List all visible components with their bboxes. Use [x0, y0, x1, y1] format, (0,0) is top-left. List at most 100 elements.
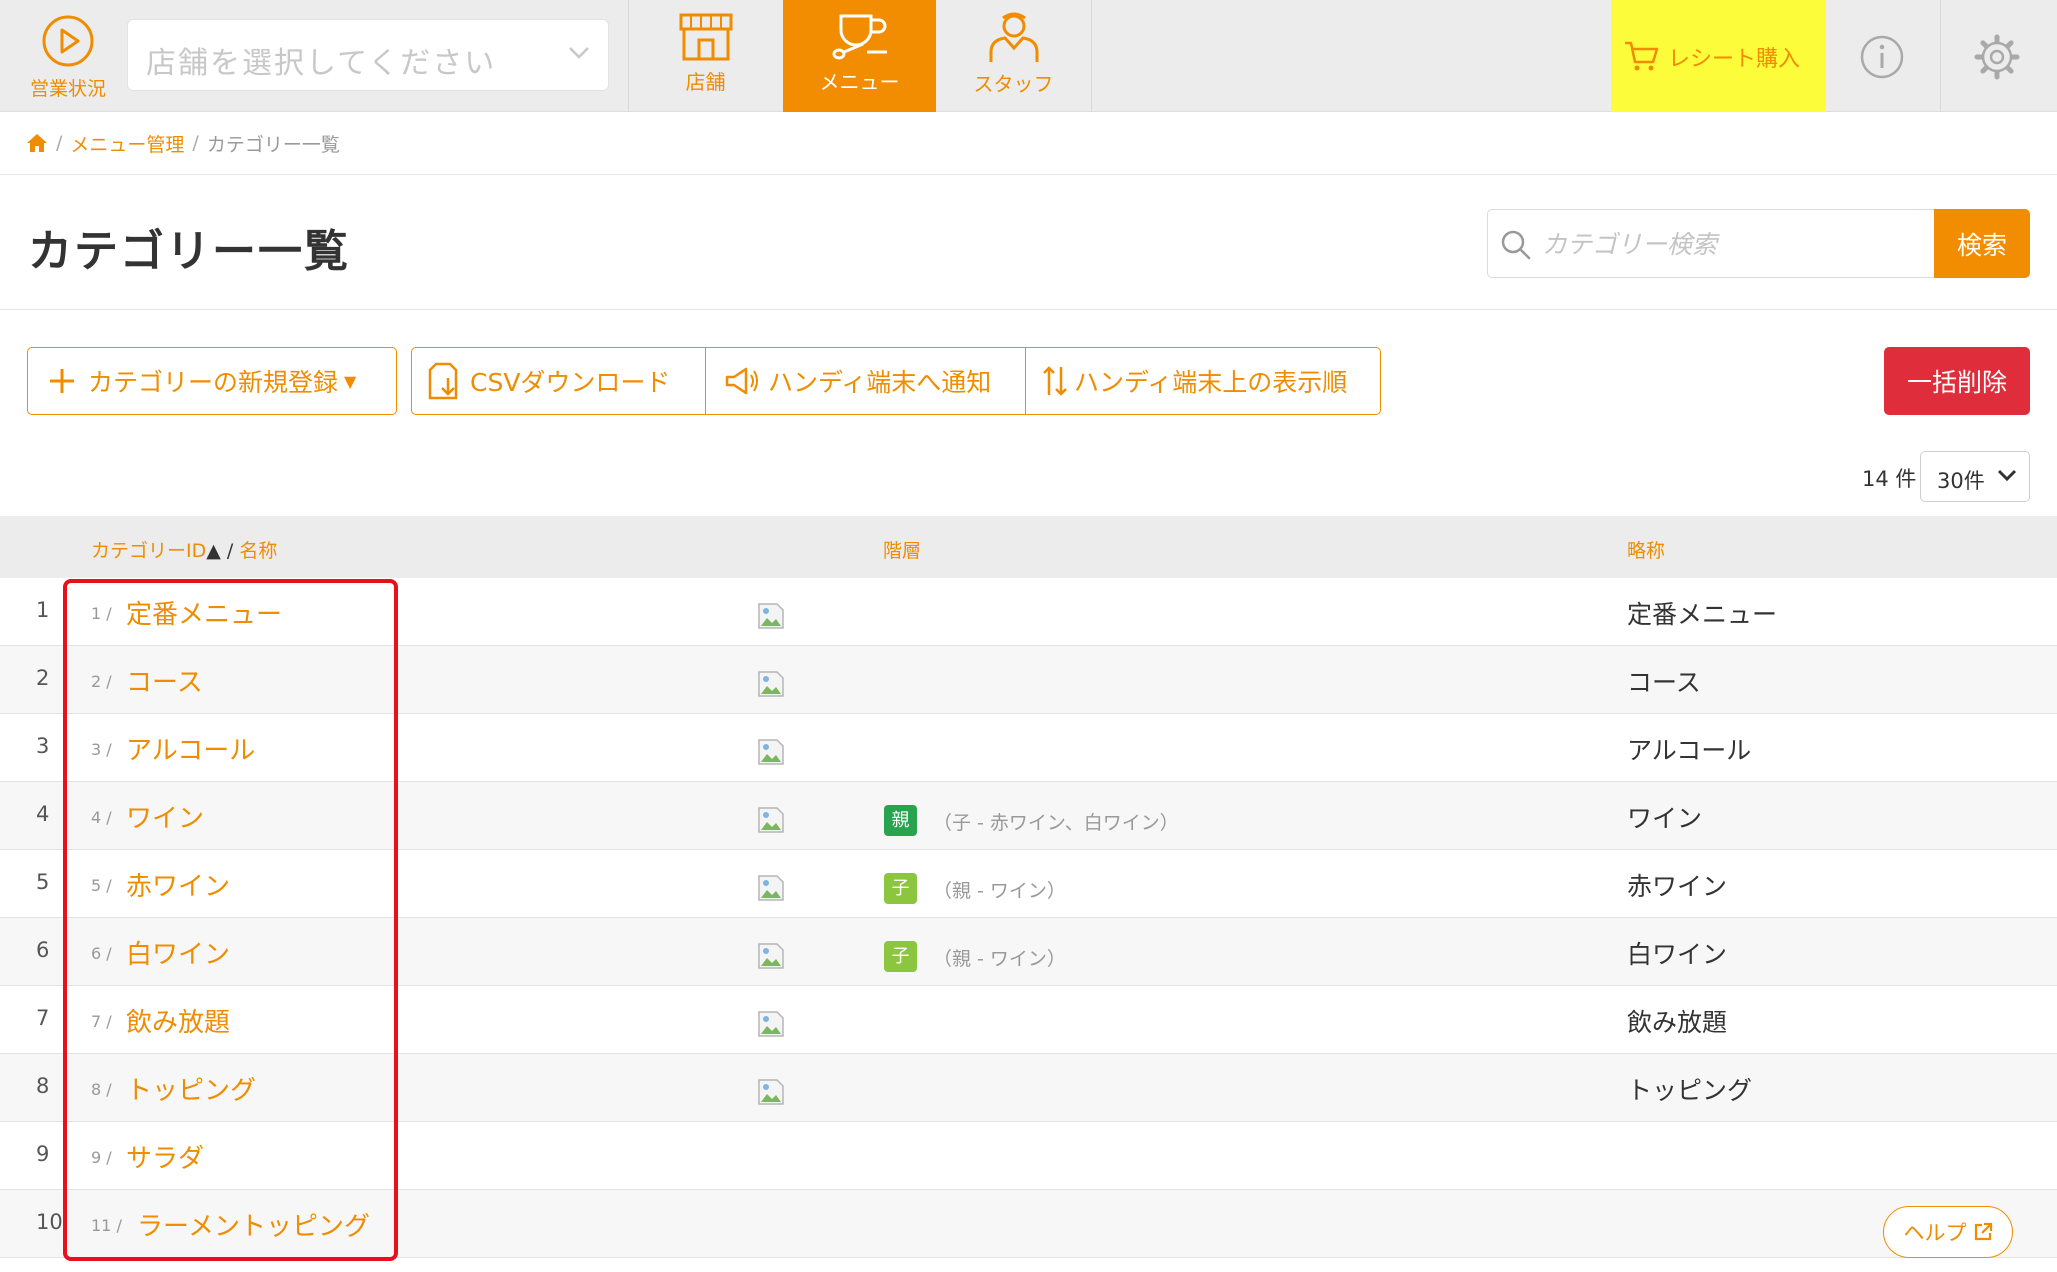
category-id: 3 /: [91, 740, 112, 759]
row-number: 10: [36, 1210, 63, 1234]
category-abbreviation: ワイン: [1627, 804, 1703, 833]
staff-icon: [989, 12, 1038, 62]
breadcrumb: / メニュー管理 / カテゴリー一覧: [26, 128, 340, 158]
category-name-link[interactable]: アルコール: [126, 730, 255, 767]
table-row[interactable]: 6 6 / 白ワイン 子 （親 - ワイン） 白ワイン: [0, 918, 2057, 986]
per-page-value: 30件: [1937, 469, 1985, 493]
category-name-link[interactable]: 白ワイン: [126, 934, 230, 971]
add-category-button[interactable]: カテゴリーの新規登録 ▼: [27, 347, 397, 415]
top-navigation-bar: 営業状況 店舗を選択してください 店舗 メニュー スタッフ レシート購入: [0, 0, 2057, 112]
row-number: 3: [36, 734, 50, 758]
category-name-link[interactable]: ワイン: [126, 798, 204, 835]
table-row[interactable]: 1 1 / 定番メニュー 定番メニュー: [0, 578, 2057, 646]
category-abbreviation: アルコール: [1627, 736, 1752, 765]
external-link-icon: [1974, 1222, 1992, 1241]
table-row[interactable]: 2 2 / コース コース: [0, 646, 2057, 714]
storefront-icon: [679, 13, 732, 61]
sort-arrows-icon: [1043, 366, 1067, 396]
column-header-id-name[interactable]: カテゴリーID▲ / 名称: [91, 536, 277, 563]
category-abbreviation: 赤ワイン: [1627, 872, 1728, 901]
per-page-select[interactable]: 30件: [1920, 451, 2030, 502]
divider: [0, 309, 2057, 310]
broken-image-icon: [758, 1011, 784, 1037]
category-name-link[interactable]: 定番メニュー: [126, 594, 282, 631]
table-row[interactable]: 5 5 / 赤ワイン 子 （親 - ワイン） 赤ワイン: [0, 850, 2057, 918]
receipt-purchase-label: レシート購入: [1668, 47, 1801, 72]
table-row[interactable]: 10 11 / ラーメントッピング: [0, 1190, 2057, 1258]
row-number: 9: [36, 1142, 50, 1166]
category-id: 9 /: [91, 1148, 112, 1167]
category-search-input[interactable]: [1542, 222, 1922, 266]
business-status-label: 営業状況: [29, 78, 106, 100]
category-name-link[interactable]: ラーメントッピング: [137, 1206, 370, 1243]
column-header-abbr[interactable]: 略称: [1627, 536, 1665, 563]
home-icon[interactable]: [26, 133, 48, 153]
breadcrumb-separator: /: [56, 132, 63, 154]
category-id: 11 /: [91, 1216, 122, 1235]
result-count: 14 件: [1862, 467, 1917, 491]
table-row[interactable]: 4 4 / ワイン 親 （子 - 赤ワイン、白ワイン） ワイン: [0, 782, 2057, 850]
bulk-delete-button[interactable]: 一括削除: [1884, 347, 2030, 415]
search-button[interactable]: 検索: [1934, 209, 2030, 278]
category-name-link[interactable]: トッピング: [126, 1070, 256, 1107]
business-status-button[interactable]: 営業状況: [18, 14, 118, 104]
category-search-box: [1487, 209, 1935, 278]
category-name-link[interactable]: 飲み放題: [126, 1002, 230, 1039]
divider: [1091, 0, 1092, 112]
tab-staff[interactable]: スタッフ: [937, 0, 1090, 112]
category-name-link[interactable]: サラダ: [126, 1138, 204, 1175]
row-number: 5: [36, 870, 50, 894]
tab-menu[interactable]: メニュー: [783, 0, 936, 112]
file-download-icon: [428, 362, 458, 400]
settings-button[interactable]: [1941, 0, 2056, 112]
page-title: カテゴリー一覧: [28, 226, 350, 277]
category-abbreviation: コース: [1627, 668, 1701, 697]
breadcrumb-separator: /: [192, 132, 199, 154]
row-number: 4: [36, 802, 50, 826]
child-badge: 子: [884, 873, 917, 904]
row-number: 6: [36, 938, 50, 962]
broken-image-icon: [758, 739, 784, 765]
table-row[interactable]: 8 8 / トッピング トッピング: [0, 1054, 2057, 1122]
category-id: 6 /: [91, 944, 112, 963]
search-icon: [1501, 230, 1531, 260]
add-category-label: カテゴリーの新規登録: [88, 368, 339, 397]
tab-store-label: 店舗: [685, 70, 726, 94]
category-name-link[interactable]: 赤ワイン: [126, 866, 230, 903]
hierarchy-relation: （親 - ワイン）: [933, 948, 1066, 970]
parent-badge: 親: [884, 805, 917, 836]
broken-image-icon: [758, 1079, 784, 1105]
menu-cup-icon: [832, 14, 887, 60]
category-abbreviation: 飲み放題: [1627, 1008, 1728, 1037]
column-header-level[interactable]: 階層: [883, 536, 921, 563]
category-abbreviation: 白ワイン: [1627, 940, 1728, 969]
notify-handy-button[interactable]: ハンディ端末へ通知: [705, 348, 1025, 414]
csv-download-button[interactable]: CSVダウンロード: [412, 348, 705, 414]
help-button[interactable]: ヘルプ: [1883, 1206, 2013, 1258]
tab-menu-label: メニュー: [819, 70, 900, 94]
caret-down-icon: ▼: [344, 371, 357, 391]
table-row[interactable]: 9 9 / サラダ: [0, 1122, 2057, 1190]
category-name-link[interactable]: コース: [126, 662, 203, 699]
broken-image-icon: [758, 603, 784, 629]
row-number: 1: [36, 598, 50, 622]
handy-display-order-button[interactable]: ハンディ端末上の表示順: [1025, 348, 1380, 414]
broken-image-icon: [758, 943, 784, 969]
receipt-purchase-button[interactable]: レシート購入: [1611, 0, 1826, 112]
sort-asc-icon: ▲: [206, 540, 221, 562]
row-number: 7: [36, 1006, 50, 1030]
plus-icon: [50, 369, 74, 393]
table-row[interactable]: 7 7 / 飲み放題 飲み放題: [0, 986, 2057, 1054]
table-row[interactable]: 3 3 / アルコール アルコール: [0, 714, 2057, 782]
tab-store[interactable]: 店舗: [629, 0, 782, 112]
column-header-id[interactable]: カテゴリーID: [91, 540, 206, 562]
column-header-name[interactable]: 名称: [239, 540, 277, 562]
breadcrumb-menu-management[interactable]: メニュー管理: [70, 130, 184, 157]
divider: [0, 174, 2057, 175]
category-abbreviation: 定番メニュー: [1627, 600, 1778, 629]
child-badge: 子: [884, 941, 917, 972]
action-button-group: CSVダウンロード ハンディ端末へ通知 ハンディ端末上の表示順: [411, 347, 1381, 415]
info-button[interactable]: [1826, 0, 1941, 112]
row-number: 8: [36, 1074, 50, 1098]
store-select[interactable]: 店舗を選択してください: [127, 19, 609, 91]
